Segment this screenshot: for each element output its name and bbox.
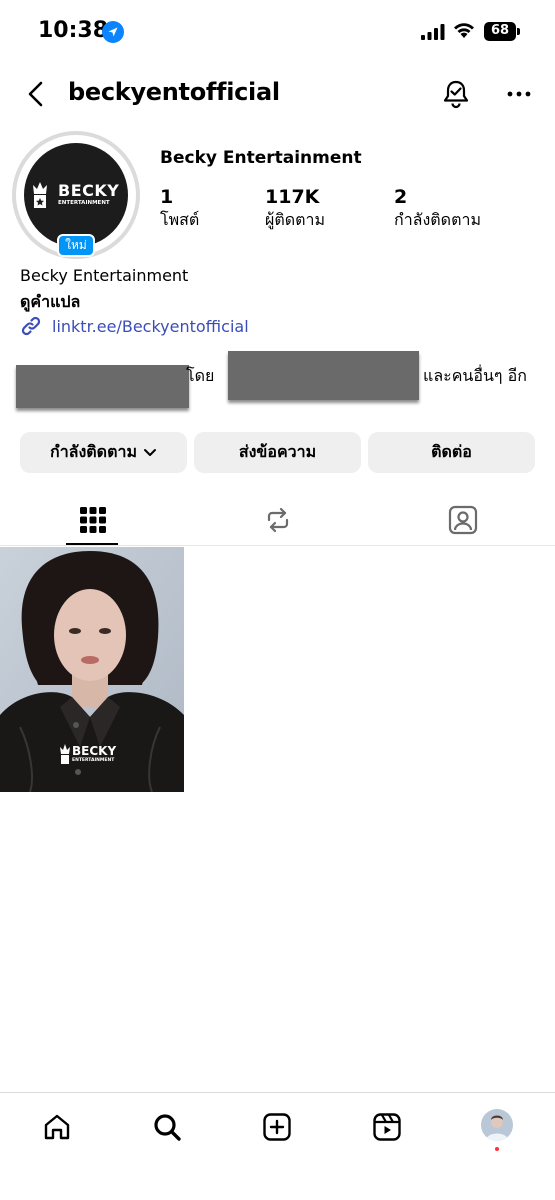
- search-icon: [154, 1114, 181, 1141]
- battery-icon: 68: [484, 22, 520, 41]
- avatar-logo-line2: ENTERTAINMENT: [58, 200, 110, 206]
- tab-reposts[interactable]: [185, 494, 370, 545]
- profile-display-name: Becky Entertainment: [160, 148, 362, 168]
- profile-actions: กำลังติดตาม ส่งข้อความ ติดต่อ: [20, 432, 535, 473]
- active-tab-indicator: [66, 543, 118, 545]
- notifications-button[interactable]: [438, 76, 474, 112]
- profile-tabs: [0, 494, 555, 546]
- location-arrow-icon: [102, 21, 124, 43]
- bio-name: Becky Entertainment: [20, 266, 189, 285]
- stat-posts-value: 1: [160, 186, 174, 208]
- message-button-label: ส่งข้อความ: [238, 442, 317, 461]
- stat-following-value: 2: [394, 186, 408, 208]
- redacted-block: [228, 351, 419, 400]
- followed-by-row[interactable]: โดย และคนอื่นๆ อีก: [0, 350, 555, 410]
- post-thumbnail[interactable]: BECKY ENTERTAINMENT: [0, 547, 184, 792]
- new-badge: ใหม่: [57, 234, 95, 257]
- post-logo-line1: BECKY: [72, 744, 117, 758]
- grid-icon: [79, 506, 106, 533]
- following-button[interactable]: กำลังติดตาม: [20, 432, 187, 473]
- stat-followers[interactable]: 117K ผู้ติดตาม: [265, 186, 325, 232]
- followed-by-others-text: และคนอื่นๆ อีก: [423, 366, 527, 385]
- nav-create[interactable]: [257, 1107, 297, 1147]
- stat-posts[interactable]: 1 โพสต์: [160, 186, 199, 232]
- tab-posts-grid[interactable]: [0, 494, 185, 545]
- bio-link[interactable]: linktr.ee/Beckyentofficial: [20, 313, 249, 339]
- bell-check-icon: [443, 80, 469, 109]
- avatar-logo-text: BECKY ENTERTAINMENT: [58, 183, 119, 207]
- redacted-block: [16, 365, 189, 408]
- chevron-down-icon: [144, 448, 156, 456]
- post-logo-text: BECKY ENTERTAINMENT: [72, 745, 116, 764]
- status-bar: 10:38 68: [0, 0, 555, 62]
- reels-icon: [373, 1113, 401, 1141]
- nav-profile-avatar[interactable]: [481, 1109, 513, 1141]
- status-time: 10:38: [38, 18, 109, 43]
- followed-by-text: โดย: [186, 366, 215, 385]
- contact-button[interactable]: ติดต่อ: [368, 432, 535, 473]
- avatar-logo-line1: BECKY: [58, 181, 120, 200]
- cellular-signal-icon: [421, 24, 445, 40]
- see-translation-link[interactable]: ดูคำแปล: [20, 290, 80, 315]
- nav-reels[interactable]: [367, 1107, 407, 1147]
- back-button[interactable]: [20, 78, 52, 110]
- stat-posts-label: โพสต์: [160, 210, 200, 229]
- battery-level: 68: [490, 23, 510, 38]
- link-icon: [21, 316, 41, 336]
- notification-dot: [495, 1147, 499, 1151]
- nav-search[interactable]: [147, 1107, 187, 1147]
- following-button-label: กำลังติดตาม: [50, 442, 137, 461]
- tagged-icon: [448, 505, 477, 534]
- more-options-button[interactable]: [502, 76, 536, 112]
- stat-following-label: กำลังติดตาม: [394, 210, 481, 229]
- tab-tagged[interactable]: [370, 494, 555, 545]
- chevron-left-icon: [28, 81, 43, 107]
- bottom-navigation: [0, 1092, 555, 1200]
- stat-followers-label: ผู้ติดตาม: [265, 210, 326, 229]
- bio-link-text: linktr.ee/Beckyentofficial: [52, 316, 249, 336]
- post-logo-line2: ENTERTAINMENT: [72, 758, 115, 763]
- message-button[interactable]: ส่งข้อความ: [194, 432, 361, 473]
- profile-avatar-icon: [481, 1109, 513, 1141]
- reposts-icon: [267, 507, 288, 532]
- wifi-icon: [454, 23, 474, 38]
- nav-home[interactable]: [37, 1107, 77, 1147]
- profile-username: beckyentofficial: [68, 78, 280, 106]
- create-icon: [263, 1113, 291, 1141]
- stat-following[interactable]: 2 กำลังติดตาม: [394, 186, 481, 232]
- profile-header: beckyentofficial: [0, 68, 555, 120]
- home-icon: [44, 1114, 70, 1140]
- contact-button-label: ติดต่อ: [431, 442, 472, 461]
- stat-followers-value: 117K: [265, 186, 320, 208]
- more-dots-icon: [507, 91, 531, 97]
